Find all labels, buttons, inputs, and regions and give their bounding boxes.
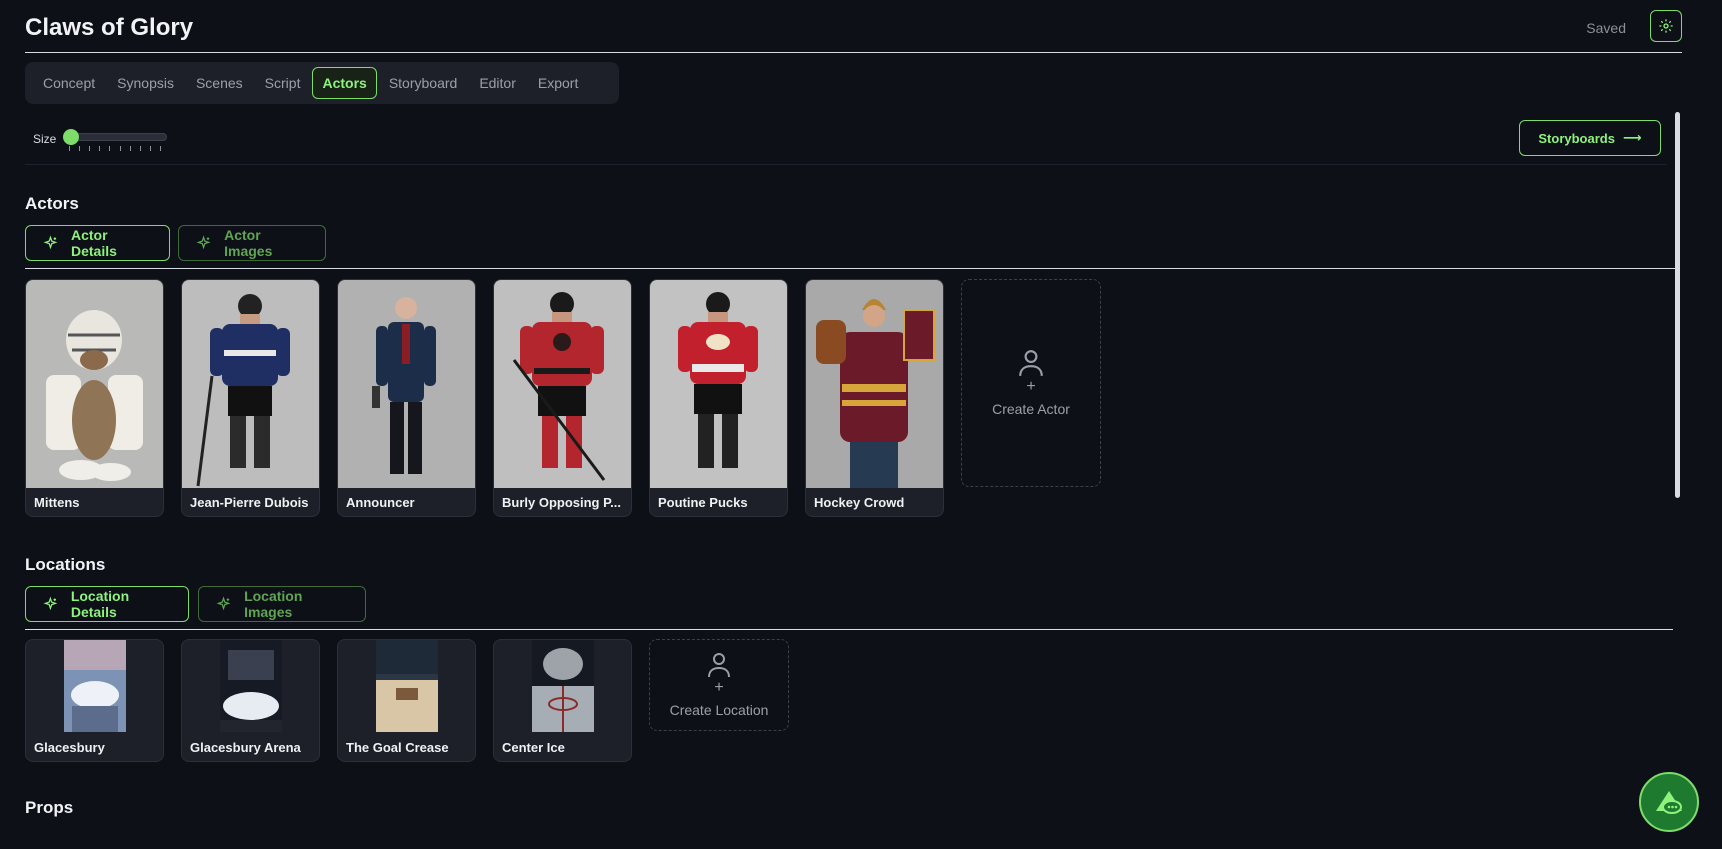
arrow-right-icon: ⟶ <box>1622 130 1642 145</box>
actor-photo <box>26 280 163 488</box>
location-name: Glacesbury Arena <box>190 740 301 755</box>
size-label: Size <box>33 132 57 146</box>
sparkle-icon <box>216 596 231 611</box>
actor-photo <box>806 280 943 488</box>
create-location-card[interactable]: + Create Location <box>649 639 789 731</box>
actor-name: Poutine Pucks <box>658 495 748 510</box>
actor-name: Burly Opposing P... <box>502 495 621 510</box>
location-details-label: Location Details <box>70 588 130 620</box>
location-thumbnail <box>376 640 438 732</box>
storyboards-button[interactable]: Storyboards ⟶ <box>1519 120 1661 156</box>
actor-photo <box>494 280 631 488</box>
storyboards-button-label: Storyboards <box>1538 130 1615 146</box>
tab-scenes[interactable]: Scenes <box>186 67 253 99</box>
location-card-glacesbury[interactable]: Glacesbury <box>25 639 164 762</box>
locations-heading: Locations <box>25 555 106 574</box>
sparkle-icon <box>43 235 58 250</box>
actor-details-label: Actor Details <box>71 227 117 259</box>
plus-icon: + <box>1026 378 1036 395</box>
save-status: Saved <box>1586 20 1626 36</box>
location-name: Glacesbury <box>34 740 105 755</box>
actor-photo <box>650 280 787 488</box>
scrollbar[interactable] <box>1675 112 1680 498</box>
tab-actors[interactable]: Actors <box>312 67 377 99</box>
props-heading: Props <box>25 798 74 817</box>
actors-divider <box>25 268 1675 269</box>
actor-name: Jean-Pierre Dubois <box>190 495 309 510</box>
gear-icon <box>1659 19 1673 33</box>
tab-synopsis[interactable]: Synopsis <box>107 67 184 99</box>
sparkle-icon <box>196 235 211 250</box>
actors-heading: Actors <box>25 194 79 213</box>
app-header: Claws of Glory Saved <box>25 10 1682 53</box>
actor-images-label: Actor Images <box>224 227 273 259</box>
actor-name: Hockey Crowd <box>814 495 905 510</box>
actor-card-burly-opposing-player[interactable]: Burly Opposing P... <box>493 279 632 517</box>
actor-card-jean-pierre-dubois[interactable]: Jean-Pierre Dubois <box>181 279 320 517</box>
tab-script[interactable]: Script <box>255 67 311 99</box>
size-toolbar: Size Storyboards ⟶ <box>25 112 1667 165</box>
sparkle-icon <box>43 596 58 611</box>
settings-button[interactable] <box>1650 10 1682 42</box>
location-thumbnail <box>64 640 126 732</box>
location-images-label: Location Images <box>244 588 303 620</box>
actor-card-mittens[interactable]: Mittens <box>25 279 164 517</box>
location-card-the-goal-crease[interactable]: The Goal Crease <box>337 639 476 762</box>
location-thumbnail <box>220 640 282 732</box>
actor-images-button[interactable]: Actor Images <box>178 225 326 261</box>
slider-thumb[interactable] <box>63 129 79 145</box>
tab-concept[interactable]: Concept <box>33 67 105 99</box>
actor-details-button[interactable]: Actor Details <box>25 225 170 261</box>
create-actor-label: Create Actor <box>992 401 1070 417</box>
locations-divider <box>25 629 1673 630</box>
chat-assistant-button[interactable] <box>1639 772 1699 832</box>
slider-track <box>64 133 167 141</box>
actor-card-announcer[interactable]: Announcer <box>337 279 476 517</box>
size-slider[interactable] <box>63 129 167 151</box>
location-card-glacesbury-arena[interactable]: Glacesbury Arena <box>181 639 320 762</box>
user-icon <box>708 653 730 678</box>
location-images-button[interactable]: Location Images <box>198 586 366 622</box>
location-details-button[interactable]: Location Details <box>25 586 189 622</box>
workflow-tabs: Concept Synopsis Scenes Script Actors St… <box>25 62 619 104</box>
tab-editor[interactable]: Editor <box>469 67 526 99</box>
project-title: Claws of Glory <box>25 14 194 41</box>
chat-bubble-icon <box>1656 791 1682 814</box>
location-card-center-ice[interactable]: Center Ice <box>493 639 632 762</box>
create-location-label: Create Location <box>669 702 769 718</box>
location-thumbnail <box>532 640 594 732</box>
slider-ticks <box>69 146 161 152</box>
location-name: The Goal Crease <box>346 740 449 755</box>
tab-storyboard[interactable]: Storyboard <box>379 67 467 99</box>
user-icon <box>1019 350 1043 376</box>
actor-card-poutine-pucks[interactable]: Poutine Pucks <box>649 279 788 517</box>
tab-export[interactable]: Export <box>528 67 588 99</box>
actor-photo <box>338 280 475 488</box>
actor-name: Mittens <box>34 495 80 510</box>
location-name: Center Ice <box>502 740 565 755</box>
plus-icon: + <box>714 679 724 696</box>
actor-card-hockey-crowd[interactable]: Hockey Crowd <box>805 279 944 517</box>
actor-name: Announcer <box>346 495 415 510</box>
create-actor-card[interactable]: + Create Actor <box>961 279 1101 487</box>
actor-photo <box>182 280 319 488</box>
